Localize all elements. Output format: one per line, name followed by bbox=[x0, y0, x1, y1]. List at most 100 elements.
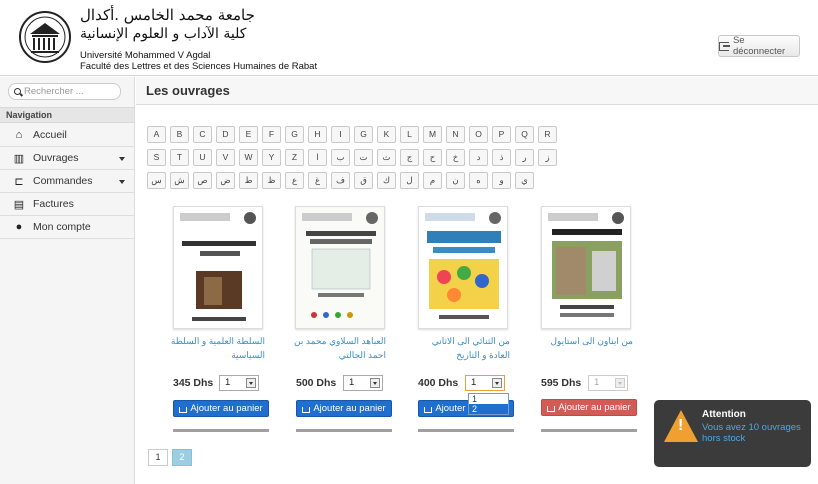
letter-filter-button[interactable]: ط bbox=[239, 172, 258, 189]
dropdown-option[interactable]: 1 bbox=[469, 394, 508, 404]
book-cover[interactable] bbox=[418, 206, 508, 329]
sidebar-item-ouvrages[interactable]: ▥ Ouvrages bbox=[0, 147, 134, 170]
letter-filter-button[interactable]: B bbox=[170, 126, 189, 143]
letter-filter-button[interactable]: M bbox=[423, 126, 442, 143]
logout-label: Se déconnecter bbox=[732, 35, 786, 57]
add-to-cart-button[interactable]: Ajouter au panier bbox=[296, 400, 392, 417]
letter-filter-button[interactable]: ث bbox=[377, 149, 396, 166]
letter-filter-button[interactable]: ف bbox=[331, 172, 350, 189]
dropdown-option[interactable]: 2 bbox=[469, 404, 508, 414]
add-to-cart-button[interactable]: Ajouter au panier bbox=[173, 400, 269, 417]
letter-filter-button[interactable]: H bbox=[308, 126, 327, 143]
book-cover[interactable] bbox=[295, 206, 385, 329]
letter-filter-button[interactable]: R bbox=[538, 126, 557, 143]
chevron-down-icon bbox=[492, 378, 502, 388]
letter-filter-button[interactable]: ص bbox=[193, 172, 212, 189]
letter-filter-button[interactable]: ز bbox=[538, 149, 557, 166]
logout-button[interactable]: Se déconnecter bbox=[718, 35, 800, 57]
book-title[interactable]: من ايناون الى استايول bbox=[533, 334, 633, 348]
quantity-select: 1 bbox=[588, 375, 628, 391]
letter-filter-button[interactable]: و bbox=[492, 172, 511, 189]
letter-filter-button[interactable]: F bbox=[262, 126, 281, 143]
page-button-2[interactable]: 2 bbox=[172, 449, 192, 466]
letter-filter-button[interactable]: ب bbox=[331, 149, 350, 166]
letter-filter-button[interactable]: N bbox=[446, 126, 465, 143]
letter-filter-button[interactable]: ت bbox=[354, 149, 373, 166]
letter-filter-button[interactable]: T bbox=[170, 149, 189, 166]
letter-filter-button[interactable]: غ bbox=[308, 172, 327, 189]
alphabet-row-latin-2: STUVWYZابتثجحخدذرز bbox=[147, 149, 557, 166]
letter-filter-button[interactable]: ش bbox=[170, 172, 189, 189]
add-to-cart-button[interactable]: Ajouter au panier bbox=[541, 399, 637, 416]
book-card[interactable] bbox=[541, 206, 631, 329]
letter-filter-button[interactable]: L bbox=[400, 126, 419, 143]
sidebar-item-factures[interactable]: ▤ Factures bbox=[0, 193, 134, 216]
book-card[interactable] bbox=[173, 206, 263, 329]
letter-filter-button[interactable]: Y bbox=[262, 149, 281, 166]
letter-filter-button[interactable]: ع bbox=[285, 172, 304, 189]
letter-filter-button[interactable]: ظ bbox=[262, 172, 281, 189]
book-cover[interactable] bbox=[541, 206, 631, 329]
cart-icon bbox=[547, 405, 556, 412]
book-title[interactable]: العباهد السلاوي محمد بن احمد الجالتي bbox=[286, 334, 386, 362]
letter-filter-button[interactable]: D bbox=[216, 126, 235, 143]
letter-filter-button[interactable]: ج bbox=[400, 149, 419, 166]
letter-filter-button[interactable]: ه bbox=[469, 172, 488, 189]
letter-filter-button[interactable]: G bbox=[354, 126, 373, 143]
letter-filter-button[interactable]: م bbox=[423, 172, 442, 189]
letter-filter-button[interactable]: P bbox=[492, 126, 511, 143]
letter-filter-button[interactable]: K bbox=[377, 126, 396, 143]
letter-filter-button[interactable]: O bbox=[469, 126, 488, 143]
faculty-name-fr: Faculté des Lettres et des Sciences Huma… bbox=[80, 61, 318, 72]
letter-filter-button[interactable]: G bbox=[285, 126, 304, 143]
quantity-select[interactable]: 1 bbox=[343, 375, 383, 391]
letter-filter-button[interactable]: A bbox=[147, 126, 166, 143]
letter-filter-button[interactable]: ا bbox=[308, 149, 327, 166]
university-logo bbox=[19, 11, 71, 63]
book-price: 595 Dhs bbox=[541, 377, 582, 389]
letter-filter-button[interactable]: E bbox=[239, 126, 258, 143]
book-title[interactable]: السلطة العلمية و السلطة السياسية bbox=[165, 334, 265, 362]
letter-filter-button[interactable]: ق bbox=[354, 172, 373, 189]
letter-filter-button[interactable]: ل bbox=[400, 172, 419, 189]
letter-filter-button[interactable]: V bbox=[216, 149, 235, 166]
book-card[interactable] bbox=[295, 206, 385, 329]
book-card[interactable] bbox=[418, 206, 508, 329]
letter-filter-button[interactable]: U bbox=[193, 149, 212, 166]
quantity-select[interactable]: 1 bbox=[219, 375, 259, 391]
sidebar-item-label: Accueil bbox=[33, 129, 67, 141]
letter-filter-button[interactable]: ي bbox=[515, 172, 534, 189]
sidebar-item-accueil[interactable]: ⌂ Accueil bbox=[0, 124, 134, 147]
sidebar-item-commandes[interactable]: ⊏ Commandes bbox=[0, 170, 134, 193]
letter-filter-button[interactable]: د bbox=[469, 149, 488, 166]
letter-filter-button[interactable]: ح bbox=[423, 149, 442, 166]
letter-filter-button[interactable]: W bbox=[239, 149, 258, 166]
letter-filter-button[interactable]: I bbox=[331, 126, 350, 143]
quantity-value: 1 bbox=[225, 377, 231, 388]
books-icon: ▥ bbox=[13, 152, 25, 165]
letter-filter-button[interactable]: س bbox=[147, 172, 166, 189]
letter-filter-button[interactable]: Q bbox=[515, 126, 534, 143]
letter-filter-button[interactable]: ض bbox=[216, 172, 235, 189]
sidebar-item-mon-compte[interactable]: ● Mon compte bbox=[0, 216, 134, 239]
letter-filter-button[interactable]: ن bbox=[446, 172, 465, 189]
warning-toast[interactable]: ! Attention Vous avez 10 ouvrages hors s… bbox=[654, 400, 811, 467]
book-price: 500 Dhs bbox=[296, 377, 337, 389]
chevron-down-icon bbox=[615, 378, 625, 388]
book-title[interactable]: من الثنائي الى الاثاني العادة و التاريخ bbox=[410, 334, 510, 362]
letter-filter-button[interactable]: خ bbox=[446, 149, 465, 166]
letter-filter-button[interactable]: C bbox=[193, 126, 212, 143]
search-icon bbox=[14, 88, 21, 95]
letter-filter-button[interactable]: ذ bbox=[492, 149, 511, 166]
book-cover[interactable] bbox=[173, 206, 263, 329]
add-to-cart-label: Ajouter au panier bbox=[190, 403, 263, 414]
search-input[interactable]: Rechercher ... bbox=[8, 83, 121, 100]
quantity-dropdown-list[interactable]: 1 2 bbox=[468, 393, 509, 415]
main-title-bar: Les ouvrages bbox=[136, 77, 818, 105]
quantity-select[interactable]: 1 bbox=[465, 375, 505, 391]
letter-filter-button[interactable]: S bbox=[147, 149, 166, 166]
letter-filter-button[interactable]: ر bbox=[515, 149, 534, 166]
page-button-1[interactable]: 1 bbox=[148, 449, 168, 466]
letter-filter-button[interactable]: ك bbox=[377, 172, 396, 189]
letter-filter-button[interactable]: Z bbox=[285, 149, 304, 166]
